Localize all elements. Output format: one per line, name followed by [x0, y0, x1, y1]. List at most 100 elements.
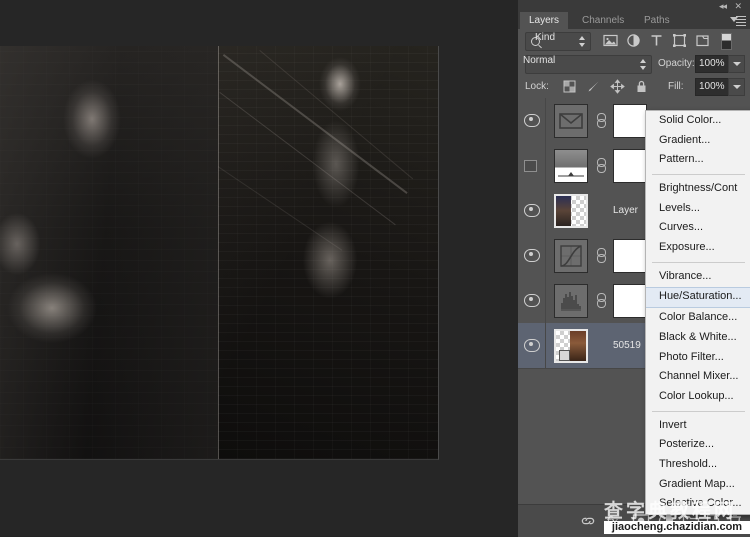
layer-thumbnail[interactable] — [554, 284, 588, 318]
menu-item-brightness-contrast[interactable]: Brightness/Cont — [646, 179, 750, 199]
document-image[interactable] — [0, 46, 439, 460]
document-canvas-area — [0, 0, 518, 536]
chevron-updown-icon — [579, 36, 586, 47]
layer-visibility-toggle[interactable] — [524, 339, 538, 350]
fill-input[interactable]: 100% — [695, 78, 729, 96]
blend-mode-bar: Normal Opacity: 100% — [518, 52, 750, 75]
layer-visibility-toggle[interactable] — [524, 204, 538, 215]
opacity-input[interactable]: 100% — [695, 55, 729, 73]
svg-text:fx: fx — [606, 515, 619, 529]
layer-name: 50519 — [613, 340, 641, 351]
menu-item-hue-saturation[interactable]: Hue/Saturation... — [646, 287, 750, 309]
tab-layers[interactable]: Layers — [520, 12, 568, 29]
close-icon[interactable]: ✕ — [734, 1, 742, 11]
menu-item-gradient[interactable]: Gradient... — [646, 131, 750, 151]
new-group-icon[interactable] — [682, 513, 700, 529]
layer-thumbnail[interactable] — [554, 239, 588, 273]
lock-image-pixels-icon[interactable] — [586, 79, 601, 94]
chevron-down-icon — [733, 62, 741, 66]
menu-item-exposure[interactable]: Exposure... — [646, 238, 750, 258]
layer-style-fx-icon[interactable]: fx — [606, 513, 624, 529]
layer-filter-bar: Kind — [518, 29, 750, 53]
layer-thumbnail[interactable] — [554, 149, 588, 183]
menu-item-vibrance[interactable]: Vibrance... — [646, 267, 750, 287]
new-layer-icon[interactable] — [706, 513, 720, 529]
panel-tabstrip: Layers Channels Paths — [518, 12, 750, 30]
lock-bar: Lock: Fill: 100% — [518, 75, 750, 99]
layer-thumbnail[interactable] — [554, 194, 588, 228]
divider — [545, 323, 546, 368]
chevron-updown-icon — [640, 59, 647, 70]
layer-mask-thumbnail[interactable] — [613, 284, 647, 318]
opacity-dropdown-arrow[interactable] — [728, 55, 745, 73]
photoshop-window: ◂◂ ✕ Layers Channels Paths Kind — [0, 0, 750, 536]
layer-link-icon[interactable] — [596, 293, 605, 307]
double-arrow-collapse-icon[interactable]: ◂◂ — [719, 1, 726, 11]
smart-object-filter-icon[interactable] — [695, 33, 710, 48]
layer-link-icon[interactable] — [596, 113, 605, 127]
image-filter-icon[interactable] — [603, 33, 618, 48]
divider — [545, 233, 546, 278]
menu-item-posterize[interactable]: Posterize... — [646, 435, 750, 455]
menu-item-invert[interactable]: Invert — [646, 416, 750, 436]
layer-name: Layer — [613, 205, 638, 216]
menu-separator — [652, 174, 745, 175]
layer-link-icon[interactable] — [596, 248, 605, 262]
document-window — [0, 46, 440, 460]
menu-item-selective-color[interactable]: Selective Color... — [646, 494, 750, 514]
menu-item-curves[interactable]: Curves... — [646, 218, 750, 238]
layer-visibility-toggle[interactable] — [524, 114, 538, 125]
menu-item-color-balance[interactable]: Color Balance... — [646, 308, 750, 328]
panel-title-bar: ◂◂ ✕ — [518, 0, 750, 12]
photo-left-panel — [0, 46, 218, 459]
tab-paths[interactable]: Paths — [635, 12, 679, 29]
filter-kind-label: Kind — [535, 32, 555, 43]
blend-mode-label: Normal — [523, 55, 555, 66]
photo-right-panel — [218, 46, 438, 459]
layer-link-icon[interactable] — [596, 158, 605, 172]
filter-enable-toggle[interactable] — [721, 33, 732, 50]
menu-item-threshold[interactable]: Threshold... — [646, 455, 750, 475]
menu-item-black-and-white[interactable]: Black & White... — [646, 328, 750, 348]
fill-value: 100% — [699, 81, 725, 93]
opacity-value: 100% — [699, 58, 725, 70]
layer-visibility-toggle-off[interactable] — [524, 160, 537, 172]
shape-filter-icon[interactable] — [672, 33, 687, 48]
divider — [545, 98, 546, 143]
layer-mask-thumbnail[interactable] — [613, 239, 647, 273]
layer-mask-thumbnail[interactable] — [613, 149, 647, 183]
new-adjustment-layer-icon[interactable] — [658, 513, 674, 529]
lock-all-icon[interactable] — [634, 79, 649, 94]
lock-position-icon[interactable] — [610, 79, 625, 94]
menu-item-solid-color[interactable]: Solid Color... — [646, 111, 750, 131]
menu-item-levels[interactable]: Levels... — [646, 199, 750, 219]
menu-item-pattern[interactable]: Pattern... — [646, 150, 750, 170]
layer-visibility-toggle[interactable] — [524, 249, 538, 260]
link-layers-icon[interactable] — [580, 513, 596, 529]
menu-item-channel-mixer[interactable]: Channel Mixer... — [646, 367, 750, 387]
menu-item-gradient-map[interactable]: Gradient Map... — [646, 475, 750, 495]
layer-visibility-toggle[interactable] — [524, 294, 538, 305]
layer-thumbnail[interactable] — [554, 104, 588, 138]
new-adjustment-layer-menu[interactable]: Solid Color... Gradient... Pattern... Br… — [645, 110, 750, 515]
layer-thumbnail[interactable] — [554, 329, 588, 363]
menu-separator — [652, 411, 745, 412]
lock-label: Lock: — [525, 81, 549, 92]
menu-separator — [652, 262, 745, 263]
type-filter-icon[interactable] — [649, 33, 664, 48]
layer-mask-thumbnail[interactable] — [613, 104, 647, 138]
add-layer-mask-icon[interactable] — [632, 513, 650, 529]
delete-layer-icon[interactable] — [728, 513, 742, 529]
divider — [545, 143, 546, 188]
panel-menu-icon[interactable] — [730, 15, 746, 26]
tab-channels[interactable]: Channels — [573, 12, 633, 29]
fill-dropdown-arrow[interactable] — [728, 78, 745, 96]
fill-label: Fill: — [668, 81, 684, 92]
chevron-down-icon — [733, 85, 741, 89]
menu-item-photo-filter[interactable]: Photo Filter... — [646, 348, 750, 368]
menu-item-color-lookup[interactable]: Color Lookup... — [646, 387, 750, 407]
lock-transparent-pixels-icon[interactable] — [562, 79, 577, 94]
divider — [545, 188, 546, 233]
opacity-label: Opacity: — [658, 58, 695, 69]
adjustment-filter-icon[interactable] — [626, 33, 641, 48]
